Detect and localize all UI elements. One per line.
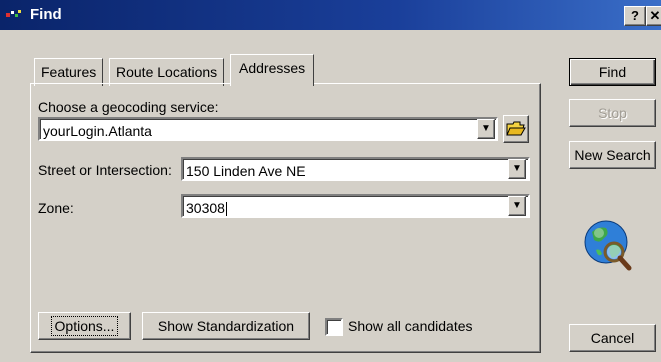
tab-features[interactable]: Features xyxy=(34,58,104,86)
show-all-candidates-label: Show all candidates xyxy=(348,318,473,334)
options-button-label: Options... xyxy=(50,316,119,336)
street-input[interactable]: 150 Linden Ave NE xyxy=(181,157,530,181)
zone-dropdown-button[interactable]: ▼ xyxy=(508,196,526,216)
stop-button[interactable]: Stop xyxy=(569,99,656,127)
text-cursor xyxy=(225,201,227,216)
help-button[interactable]: ? xyxy=(624,6,646,26)
new-search-button[interactable]: New Search xyxy=(569,141,656,169)
geocoding-service-value: yourLogin.Atlanta xyxy=(43,123,152,139)
open-folder-icon xyxy=(506,121,526,136)
show-standardization-button[interactable]: Show Standardization xyxy=(142,312,310,340)
find-button[interactable]: Find xyxy=(569,58,656,86)
show-all-candidates-checkbox[interactable] xyxy=(325,318,343,336)
options-button[interactable]: Options... xyxy=(38,312,131,340)
globe-magnifier-icon xyxy=(584,220,632,271)
title-bar[interactable]: Find ? ✕ xyxy=(0,0,661,30)
tab-addresses[interactable]: Addresses xyxy=(230,54,315,86)
zone-label: Zone: xyxy=(38,200,74,216)
zone-input[interactable]: 30308 xyxy=(181,194,530,218)
street-dropdown-button[interactable]: ▼ xyxy=(508,159,526,179)
close-button[interactable]: ✕ xyxy=(646,6,661,26)
geocoding-service-dropdown-button[interactable]: ▼ xyxy=(477,119,495,139)
browse-service-button[interactable] xyxy=(503,115,529,143)
window-title: Find xyxy=(30,6,62,23)
street-label: Street or Intersection: xyxy=(38,162,172,178)
geocoding-service-select[interactable]: yourLogin.Atlanta xyxy=(38,117,498,141)
geocoding-service-label: Choose a geocoding service: xyxy=(38,99,219,115)
app-icon xyxy=(6,10,21,17)
tab-route-locations[interactable]: Route Locations xyxy=(109,58,225,86)
street-value: 150 Linden Ave NE xyxy=(186,163,306,179)
cancel-button[interactable]: Cancel xyxy=(569,324,656,352)
zone-value: 30308 xyxy=(186,200,225,216)
